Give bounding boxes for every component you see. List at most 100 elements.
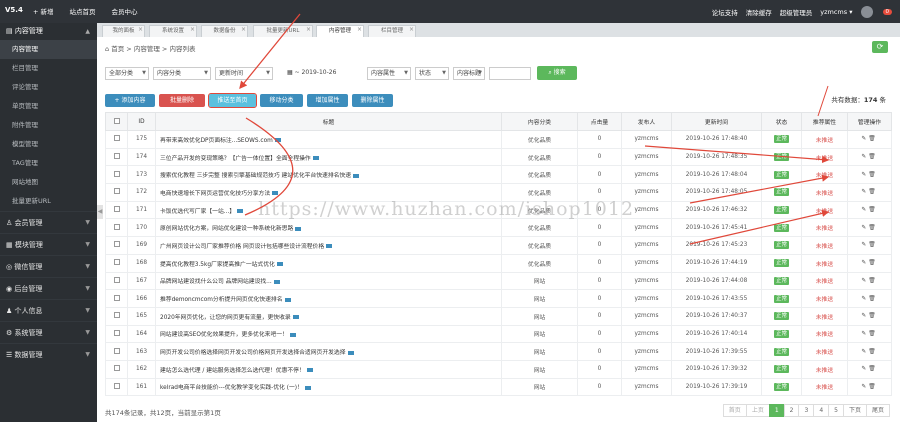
- row-status[interactable]: 正常: [761, 342, 802, 361]
- page-first[interactable]: 首页: [722, 404, 747, 417]
- row-status[interactable]: 正常: [761, 253, 802, 273]
- delete-icon[interactable]: 🗑: [868, 384, 877, 390]
- status-badge[interactable]: 正常: [773, 382, 789, 391]
- checkbox[interactable]: [113, 312, 120, 319]
- title-text[interactable]: kelrad电商平台技能价---优化教学变化实践-优化 (一)！: [160, 385, 303, 391]
- row-status[interactable]: 正常: [761, 130, 802, 149]
- delete-icon[interactable]: 🗑: [868, 242, 877, 248]
- page-5[interactable]: 5: [828, 404, 844, 417]
- row-status[interactable]: 正常: [761, 306, 802, 326]
- close-icon[interactable]: ×: [138, 24, 143, 35]
- row-checkbox[interactable]: [105, 289, 128, 308]
- tab-system-settings[interactable]: 系统设置 ×: [149, 25, 197, 37]
- row-title[interactable]: 品牌网站建设找什么公司 品牌网站建设找...: [155, 271, 502, 291]
- delete-icon[interactable]: 🗑: [868, 189, 877, 195]
- sidebar-item-content[interactable]: 内容管理: [0, 40, 97, 59]
- tab-dashboard[interactable]: 我的面板 ×: [102, 25, 145, 37]
- forum-support-link[interactable]: 论坛支持: [712, 7, 738, 17]
- admin-role-link[interactable]: 超级管理员: [780, 7, 813, 17]
- row-checkbox[interactable]: [105, 183, 128, 202]
- title-text[interactable]: 建站怎么选代理 / 建站服务选择怎么选代理！优惠不停！: [160, 368, 305, 374]
- sidebar-section-data[interactable]: ☰ 数据管理 ▼: [0, 343, 97, 365]
- keyword-type-select[interactable]: 内容标题 ▼: [453, 67, 485, 80]
- row-title[interactable]: 再带来高效优化DP页面标注...SEOWS.com: [155, 130, 502, 149]
- page-2[interactable]: 2: [783, 404, 800, 417]
- select-all-checkbox[interactable]: [105, 112, 128, 131]
- title-text[interactable]: 卡饭优选代写厂家【一站...】: [160, 209, 235, 215]
- row-checkbox[interactable]: [105, 342, 128, 361]
- notification-badge[interactable]: 0: [882, 9, 892, 15]
- checkbox[interactable]: [113, 294, 120, 301]
- row-checkbox[interactable]: [105, 253, 128, 273]
- checkbox[interactable]: [113, 365, 120, 372]
- col-hits[interactable]: 点击量: [577, 112, 622, 131]
- breadcrumb-home[interactable]: 首页: [111, 45, 124, 53]
- close-icon[interactable]: ×: [357, 24, 362, 35]
- sidebar-section-system[interactable]: ⚙ 系统管理 ▼: [0, 321, 97, 343]
- delete-icon[interactable]: 🗑: [868, 260, 877, 266]
- row-status[interactable]: 正常: [761, 377, 802, 397]
- delete-icon[interactable]: 🗑: [868, 225, 877, 231]
- row-checkbox[interactable]: [105, 147, 128, 167]
- page-1[interactable]: 1: [768, 404, 785, 417]
- row-status[interactable]: 正常: [761, 324, 802, 344]
- checkbox[interactable]: [113, 276, 120, 283]
- row-status[interactable]: 正常: [761, 271, 802, 291]
- row-title[interactable]: 推荐demoncmcom分析提升网页优化快速排名: [155, 289, 502, 308]
- page-next[interactable]: 下页: [842, 404, 867, 417]
- close-icon[interactable]: ×: [306, 24, 311, 35]
- member-center-link[interactable]: 会员中心: [112, 6, 138, 16]
- sidebar-item-tags[interactable]: TAG管理: [0, 154, 97, 173]
- status-badge[interactable]: 正常: [773, 329, 789, 338]
- status-badge[interactable]: 正常: [773, 135, 789, 144]
- delete-attr-button[interactable]: 删除属性: [352, 94, 393, 107]
- status-badge[interactable]: 正常: [773, 153, 789, 162]
- move-category-button[interactable]: 移动分类: [260, 94, 303, 107]
- add-attr-button[interactable]: 增加属性: [307, 94, 348, 107]
- page-last[interactable]: 尾页: [865, 404, 890, 417]
- time-select[interactable]: 更新时间 ▼: [215, 67, 273, 80]
- page-3[interactable]: 3: [798, 404, 815, 417]
- delete-icon[interactable]: 🗑: [868, 278, 877, 284]
- checkbox[interactable]: [113, 135, 120, 142]
- checkbox[interactable]: [113, 382, 120, 389]
- close-icon[interactable]: ×: [190, 24, 195, 35]
- sidebar-item-comments[interactable]: 评论管理: [0, 78, 97, 97]
- row-status[interactable]: 正常: [761, 165, 802, 185]
- checkbox[interactable]: [113, 153, 120, 160]
- sidebar-item-attachments[interactable]: 附件管理: [0, 116, 97, 135]
- user-menu[interactable]: yzmcms ▾: [820, 8, 852, 16]
- row-checkbox[interactable]: [105, 218, 128, 238]
- status-badge[interactable]: 正常: [773, 188, 789, 197]
- checkbox[interactable]: [113, 329, 120, 336]
- push-home-button[interactable]: 推送至首页: [208, 93, 257, 108]
- sidebar-item-pages[interactable]: 单页管理: [0, 97, 97, 116]
- status-badge[interactable]: 正常: [773, 241, 789, 250]
- row-status[interactable]: 正常: [761, 183, 802, 202]
- status-badge[interactable]: 正常: [773, 365, 789, 374]
- tab-content-manage[interactable]: 内容管理 ×: [316, 25, 364, 37]
- title-text[interactable]: 品牌网站建设找什么公司 品牌网站建设找...: [160, 279, 272, 285]
- row-title[interactable]: 建站怎么选代理 / 建站服务选择怎么选代理！优惠不停！: [155, 359, 502, 379]
- type-select[interactable]: 全部分类 ▼: [105, 67, 149, 80]
- title-text[interactable]: 网页开发公司价格选择网页开发公司价格网页开发选择合适网页开发选择: [160, 350, 346, 356]
- row-checkbox[interactable]: [105, 130, 128, 149]
- checkbox[interactable]: [113, 223, 120, 230]
- row-title[interactable]: 提高优化教程3.5kg厂家提高推广一站式优化: [155, 253, 502, 273]
- row-status[interactable]: 正常: [761, 200, 802, 220]
- row-checkbox[interactable]: [105, 377, 128, 397]
- row-checkbox[interactable]: [105, 359, 128, 379]
- tab-category-manage[interactable]: 栏目管理 ×: [368, 25, 416, 37]
- row-title[interactable]: 网站建设高SEO优化效果提升，更多优化来吧一！: [155, 324, 502, 344]
- row-checkbox[interactable]: [105, 200, 128, 220]
- date-field[interactable]: ▦ ~ 2019-10-26: [284, 67, 354, 80]
- row-checkbox[interactable]: [105, 236, 128, 255]
- title-text[interactable]: 三位产品开发的变现策略？【广告一体位置】全面全程操作: [160, 156, 311, 162]
- title-text[interactable]: 电商快速增长下网页运营优化技巧分享方法: [160, 191, 270, 197]
- sidebar-item-sitemap[interactable]: 网站地图: [0, 173, 97, 192]
- checkbox[interactable]: [113, 241, 120, 248]
- attr-select[interactable]: 内容属性 ▼: [367, 67, 411, 80]
- batch-delete-button[interactable]: 批量删除: [159, 94, 205, 107]
- delete-icon[interactable]: 🗑: [868, 366, 877, 372]
- title-text[interactable]: 提高优化教程3.5kg厂家提高推广一站式优化: [160, 262, 275, 268]
